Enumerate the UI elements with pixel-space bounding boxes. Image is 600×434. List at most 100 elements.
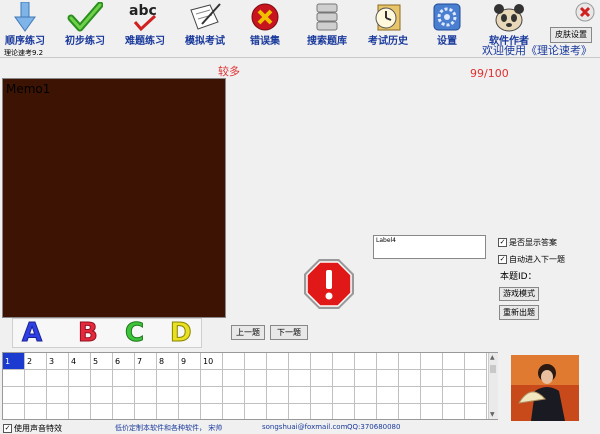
question-cell[interactable] [377,387,399,404]
question-cell[interactable] [223,353,245,370]
question-cell[interactable] [3,387,25,404]
question-cell[interactable] [399,404,421,419]
vertical-scrollbar[interactable]: ▲ ▼ [488,353,498,419]
question-cell[interactable] [223,387,245,404]
search-database-button[interactable]: 搜索题库 [297,0,357,47]
question-cell[interactable] [311,353,333,370]
question-cell[interactable] [355,370,377,387]
question-cell[interactable] [179,370,201,387]
question-cell[interactable] [377,404,399,419]
scroll-thumb[interactable] [490,365,496,373]
question-cell[interactable] [245,387,267,404]
question-cell[interactable] [201,387,223,404]
sound-effects-checkbox[interactable]: ✓ 使用声音特效 [3,423,62,434]
question-cell[interactable] [223,404,245,419]
question-cell[interactable] [3,370,25,387]
show-answer-checkbox[interactable]: ✓ 是否显示答案 [498,237,557,248]
question-cell[interactable] [311,404,333,419]
question-cell[interactable]: 4 [69,353,91,370]
question-cell[interactable] [289,387,311,404]
question-cell[interactable] [289,404,311,419]
question-cell[interactable] [399,370,421,387]
question-cell[interactable] [179,387,201,404]
question-cell[interactable] [355,353,377,370]
basic-practice-button[interactable]: 初步练习 [55,0,115,47]
game-mode-button[interactable]: 游戏模式 [499,287,539,301]
question-cell[interactable]: 2 [25,353,47,370]
question-cell[interactable] [465,387,487,404]
question-cell[interactable] [443,370,465,387]
question-cell[interactable] [25,370,47,387]
auto-next-checkbox[interactable]: ✓ 自动进入下一题 [498,254,565,265]
question-cell[interactable] [25,404,47,419]
question-cell[interactable] [157,370,179,387]
mock-exam-button[interactable]: 模拟考试 [175,0,235,47]
question-cell[interactable] [135,404,157,419]
option-a-button[interactable]: A [21,318,42,349]
question-cell[interactable] [201,404,223,419]
skin-settings-button[interactable]: 皮肤设置 [550,27,592,43]
question-cell[interactable] [91,387,113,404]
question-cell[interactable] [377,370,399,387]
question-cell[interactable] [333,404,355,419]
question-cell[interactable] [421,353,443,370]
error-collection-button[interactable]: 错误集 [235,0,295,47]
question-cell[interactable] [245,353,267,370]
question-cell[interactable]: 10 [201,353,223,370]
question-cell[interactable] [245,404,267,419]
question-cell[interactable] [47,370,69,387]
question-cell[interactable] [25,387,47,404]
question-cell[interactable] [443,404,465,419]
question-cell[interactable]: 1 [3,353,25,370]
question-cell[interactable] [333,353,355,370]
question-cell[interactable] [267,387,289,404]
question-cell[interactable]: 3 [47,353,69,370]
question-cell[interactable] [201,370,223,387]
question-cell[interactable] [465,404,487,419]
question-cell[interactable] [399,353,421,370]
question-cell[interactable] [47,387,69,404]
question-cell[interactable] [421,387,443,404]
question-cell[interactable] [289,370,311,387]
question-cell[interactable] [91,404,113,419]
question-memo[interactable]: Memo1 [2,78,226,318]
question-cell[interactable] [421,404,443,419]
reshuffle-button[interactable]: 重新出题 [499,305,539,320]
question-cell[interactable] [3,404,25,419]
question-cell[interactable] [157,404,179,419]
question-cell[interactable] [267,353,289,370]
question-cell[interactable] [113,370,135,387]
close-icon[interactable] [575,2,595,22]
question-cell[interactable] [443,387,465,404]
question-cell[interactable] [135,387,157,404]
scroll-up-icon[interactable]: ▲ [490,354,495,361]
sequential-practice-button[interactable]: 顺序练习 [0,0,55,47]
question-cell[interactable] [377,353,399,370]
question-cell[interactable] [333,370,355,387]
hard-practice-button[interactable]: abc 难题练习 [115,0,175,47]
question-cell[interactable] [223,370,245,387]
question-cell[interactable]: 8 [157,353,179,370]
question-cell[interactable] [443,353,465,370]
question-cell[interactable] [465,353,487,370]
software-author-button[interactable]: 软件作者 [479,0,539,47]
question-cell[interactable] [399,387,421,404]
question-cell[interactable] [69,370,91,387]
settings-button[interactable]: 设置 [417,0,477,47]
option-c-button[interactable]: C [124,318,144,349]
question-cell[interactable] [113,387,135,404]
question-cell[interactable]: 9 [179,353,201,370]
next-question-button[interactable]: 下一题 [270,325,308,340]
question-cell[interactable]: 5 [91,353,113,370]
question-cell[interactable] [245,370,267,387]
question-cell[interactable] [311,387,333,404]
question-cell[interactable]: 6 [113,353,135,370]
question-cell[interactable] [311,370,333,387]
scroll-down-icon[interactable]: ▼ [490,411,495,418]
question-cell[interactable] [289,353,311,370]
question-cell[interactable] [267,370,289,387]
question-cell[interactable] [47,404,69,419]
question-cell[interactable] [355,387,377,404]
question-cell[interactable] [91,370,113,387]
question-cell[interactable] [179,404,201,419]
